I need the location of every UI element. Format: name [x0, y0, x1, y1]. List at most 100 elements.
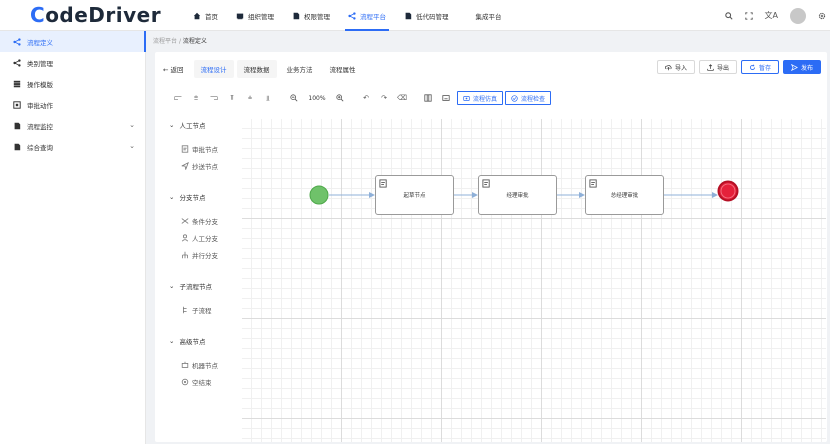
- lowcode-icon: [405, 12, 412, 19]
- undo-icon[interactable]: ↶: [357, 91, 375, 105]
- simulate-button[interactable]: 流程仿真: [457, 91, 504, 105]
- align-right-icon[interactable]: ⫎: [205, 91, 223, 105]
- topnav-item-home[interactable]: 首页: [184, 0, 227, 31]
- palette-group-manual[interactable]: ⌄ 人工节点: [169, 118, 245, 132]
- palette-group-subprocess[interactable]: ⌄ 子流程节点: [169, 279, 245, 293]
- palette-item-cc[interactable]: 抄送节点: [169, 159, 245, 172]
- parallel-branch-icon: [182, 251, 188, 258]
- start-event: [309, 185, 329, 205]
- palette-item-condition[interactable]: 条件分支: [169, 214, 245, 227]
- flow-define-icon: [13, 37, 21, 46]
- header-actions: 导入 导出 暂存 发布: [656, 60, 821, 74]
- export-button[interactable]: 导出: [698, 60, 737, 74]
- approve-node-icon: [482, 179, 490, 188]
- flow-node-draft[interactable]: 起草节点: [375, 175, 454, 215]
- chevron-down-icon: ⌄: [169, 121, 175, 129]
- zoom-level: 100%: [308, 94, 326, 102]
- translate-icon[interactable]: 文A: [765, 10, 778, 21]
- check-button[interactable]: 流程检查: [505, 91, 552, 105]
- sidebar-item-category[interactable]: 类别管理: [0, 52, 145, 73]
- zoom-out-icon[interactable]: [285, 91, 303, 105]
- node-palette: ⌄ 人工节点 审批节点 抄送节点 ⌄ 分支节点 条件分支 人工分支 并行分支 ⌄ 子流…: [169, 118, 245, 392]
- manual-branch-icon: [181, 233, 189, 241]
- back-button[interactable]: ← 返回: [163, 60, 191, 78]
- designer-panel: ← 返回 流程设计 流程数据 业务方法 流程属性 导入 导出 暂存 发布 ⫍ ⩧…: [155, 52, 827, 442]
- top-nav: 首页 组织管理 权限管理 流程平台 低代码管理 集成平台: [184, 0, 511, 31]
- breadcrumb-root[interactable]: 流程平台: [153, 38, 177, 45]
- topnav-item-lowcode[interactable]: 低代码管理: [395, 0, 458, 31]
- tab-flow-data[interactable]: 流程数据: [236, 60, 277, 78]
- chevron-down-icon: ⌄: [129, 142, 135, 150]
- cloud-upload-icon: [664, 64, 672, 70]
- category-icon: [13, 58, 21, 67]
- sidebar-item-monitor[interactable]: 流程监控 ⌄: [0, 115, 145, 136]
- cc-node-icon: [181, 161, 189, 170]
- gear-icon[interactable]: [818, 12, 826, 20]
- import-button[interactable]: 导入: [656, 60, 695, 74]
- breadcrumb: 流程平台 / 流程定义: [153, 38, 207, 45]
- eye-icon: [463, 95, 470, 101]
- sidebar-item-query[interactable]: 综合查询 ⌄: [0, 136, 145, 157]
- palette-group-advanced[interactable]: ⌄ 高级节点: [169, 334, 245, 348]
- tab-flow-properties[interactable]: 流程属性: [323, 60, 363, 78]
- publish-button[interactable]: 发布: [782, 60, 821, 74]
- topnav-item-integration[interactable]: 集成平台: [458, 0, 511, 31]
- map-icon[interactable]: [419, 91, 437, 105]
- align-center-icon[interactable]: ⩧: [187, 91, 205, 105]
- flow-node-general-manager[interactable]: 总经理审批: [585, 175, 664, 215]
- flow-node-manager[interactable]: 经理审批: [478, 175, 557, 215]
- sidebar-item-template[interactable]: 操作模版: [0, 73, 145, 94]
- save-draft-button[interactable]: 暂存: [740, 60, 779, 74]
- keyboard-icon[interactable]: [437, 91, 455, 105]
- chevron-down-icon: ⌄: [169, 193, 175, 201]
- top-right-tools: 文A: [724, 0, 830, 31]
- tab-flow-design[interactable]: 流程设计: [193, 60, 234, 78]
- approve-node-icon: [589, 179, 597, 188]
- search-icon[interactable]: [724, 11, 733, 20]
- check-circle-icon: [511, 94, 518, 102]
- designer-toolbar: ⫍ ⩧ ⫎ ⫪ ⩮ ⫫ 100% ↶ ↷ ⌫ 流程仿真 流程检查: [169, 90, 552, 106]
- condition-branch-icon: [181, 217, 189, 224]
- monitor-icon: [14, 122, 21, 129]
- topnav-item-org[interactable]: 组织管理: [227, 0, 283, 31]
- palette-item-subprocess[interactable]: 子流程: [169, 303, 245, 316]
- flow-canvas[interactable]: 起草节点 经理审批 总经理审批: [242, 119, 826, 442]
- app-logo[interactable]: CodeDriver: [30, 4, 161, 26]
- robot-node-icon: [181, 361, 189, 368]
- top-header: CodeDriver 首页 组织管理 权限管理 流程平台 低代码管理 集成平台 …: [0, 0, 830, 31]
- approve-node-icon: [181, 144, 189, 153]
- avatar[interactable]: [790, 7, 806, 24]
- topnav-item-permission[interactable]: 权限管理: [283, 0, 339, 31]
- send-icon: [790, 63, 798, 71]
- align-bottom-icon[interactable]: ⫫: [259, 91, 277, 105]
- palette-item-parallel[interactable]: 并行分支: [169, 248, 245, 261]
- redo-icon[interactable]: ↷: [375, 91, 393, 105]
- sidebar-item-flow-define[interactable]: 流程定义: [0, 31, 146, 52]
- fullscreen-icon[interactable]: [744, 11, 753, 20]
- template-icon: [13, 80, 21, 87]
- eraser-icon[interactable]: ⌫: [393, 91, 411, 105]
- empty-end-icon: [181, 378, 189, 385]
- designer-tabs: ← 返回 流程设计 流程数据 业务方法 流程属性: [163, 60, 363, 78]
- topnav-item-workflow[interactable]: 流程平台: [339, 0, 395, 31]
- palette-item-approve[interactable]: 审批节点: [169, 142, 245, 155]
- align-left-icon[interactable]: ⫍: [169, 91, 187, 105]
- chevron-down-icon: ⌄: [169, 282, 175, 290]
- palette-item-robot[interactable]: 机器节点: [169, 358, 245, 371]
- zoom-in-icon[interactable]: [331, 91, 349, 105]
- align-top-icon[interactable]: ⫪: [223, 91, 241, 105]
- sidebar-item-approve-action[interactable]: 审批动作: [0, 94, 145, 115]
- tab-business-method[interactable]: 业务方法: [280, 60, 320, 78]
- chevron-down-icon: ⌄: [129, 121, 135, 129]
- approve-node-icon: [379, 179, 387, 188]
- workflow-icon: [348, 11, 356, 20]
- upload-icon: [707, 63, 714, 71]
- flow-edges: [309, 180, 739, 205]
- palette-group-branch[interactable]: ⌄ 分支节点: [169, 190, 245, 204]
- palette-item-manual-branch[interactable]: 人工分支: [169, 231, 245, 244]
- permission-icon: [293, 12, 300, 19]
- chevron-down-icon: ⌄: [169, 337, 175, 345]
- palette-item-empty-end[interactable]: 空结束: [169, 375, 245, 388]
- refresh-icon: [749, 64, 755, 70]
- align-middle-icon[interactable]: ⩮: [241, 91, 259, 105]
